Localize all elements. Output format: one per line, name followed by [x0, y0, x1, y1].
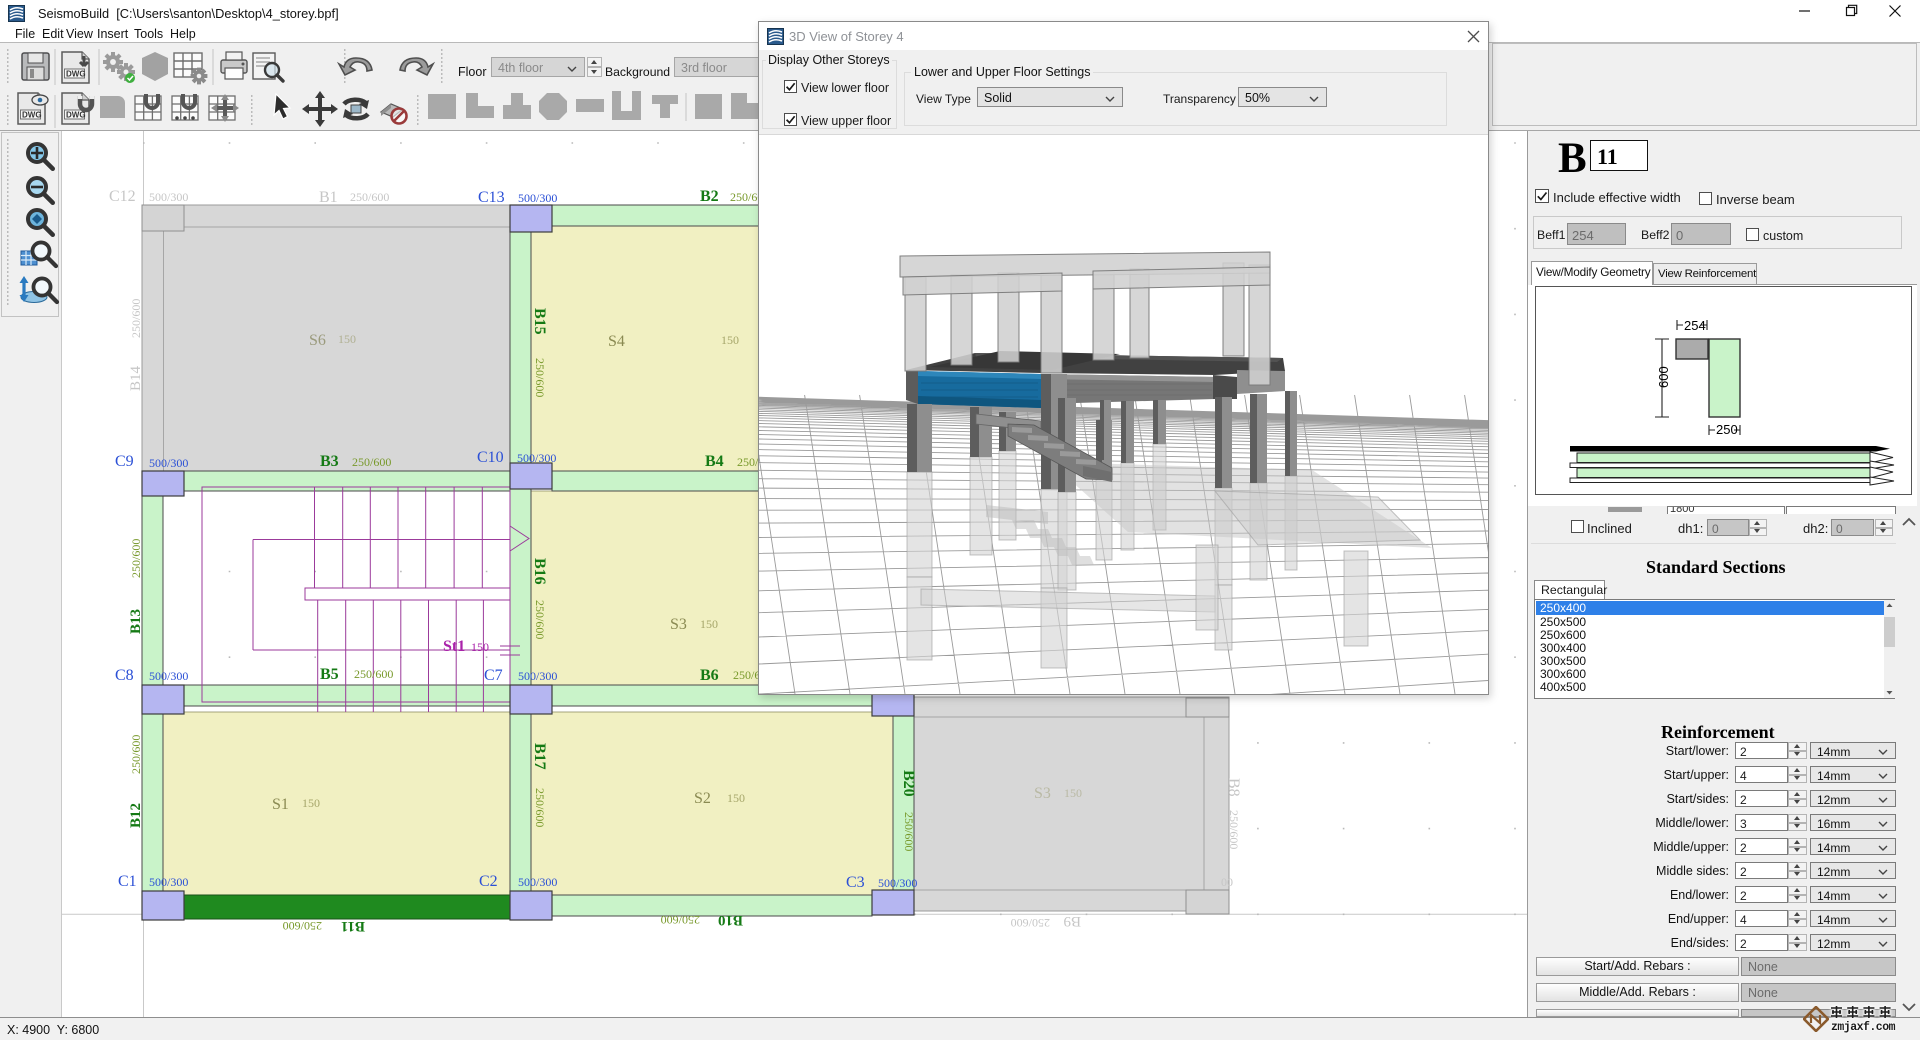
svg-text:500/300: 500/300 [149, 456, 188, 470]
svg-text:B13: B13 [128, 609, 144, 634]
svg-text:150: 150 [1064, 786, 1082, 800]
svg-text:B11: B11 [341, 918, 365, 934]
svg-text:B17: B17 [531, 743, 548, 770]
svg-text:500/300: 500/300 [518, 669, 557, 683]
svg-text:S4: S4 [608, 333, 625, 350]
svg-text:B2: B2 [700, 188, 719, 205]
svg-text:500/300: 500/300 [149, 190, 188, 204]
svg-text:250/600: 250/600 [1227, 810, 1241, 849]
svg-text:B9: B9 [1063, 913, 1081, 929]
svg-text:S3: S3 [670, 616, 687, 633]
svg-text:B8: B8 [1225, 778, 1242, 797]
svg-text:B15: B15 [531, 308, 548, 335]
svg-text:C13: C13 [478, 189, 505, 206]
svg-text:250/600: 250/600 [283, 919, 322, 933]
svg-text:250/600: 250/600 [129, 539, 143, 578]
svg-text:C9: C9 [115, 453, 134, 470]
svg-text:500/300: 500/300 [517, 451, 556, 465]
svg-text:B5: B5 [320, 666, 339, 683]
svg-text:250/600: 250/600 [533, 600, 547, 639]
svg-text:00: 00 [1221, 875, 1233, 889]
svg-text:St1: St1 [443, 638, 465, 655]
svg-text:B3: B3 [320, 453, 339, 470]
svg-text:C8: C8 [115, 667, 134, 684]
svg-text:250/600: 250/600 [129, 299, 143, 338]
svg-text:S2: S2 [694, 790, 711, 807]
svg-text:250/600: 250/600 [533, 358, 547, 397]
svg-text:500/300: 500/300 [518, 875, 557, 889]
svg-text:C7: C7 [484, 667, 503, 684]
svg-text:500/300: 500/300 [149, 875, 188, 889]
svg-text:500/300: 500/300 [878, 876, 917, 890]
svg-text:S6: S6 [309, 332, 326, 349]
svg-text:150: 150 [721, 333, 739, 347]
svg-text:250/600: 250/600 [661, 913, 700, 927]
svg-text:C12: C12 [109, 188, 136, 205]
svg-text:250/600: 250/600 [902, 812, 916, 851]
svg-text:B20: B20 [900, 770, 917, 797]
svg-text:B16: B16 [531, 558, 548, 585]
svg-text:C3: C3 [846, 874, 865, 891]
svg-text:150: 150 [338, 332, 356, 346]
svg-text:250/600: 250/600 [129, 735, 143, 774]
svg-text:B4: B4 [705, 453, 724, 470]
svg-text:250/600: 250/600 [354, 667, 393, 681]
svg-text:150: 150 [727, 791, 745, 805]
svg-text:250/600: 250/600 [533, 788, 547, 827]
svg-text:S3: S3 [1034, 785, 1051, 802]
svg-text:DWG: DWG [66, 70, 86, 79]
svg-text:C10: C10 [477, 449, 504, 466]
svg-text:S1: S1 [272, 796, 289, 813]
svg-text:500/300: 500/300 [518, 191, 557, 205]
svg-text:DWG: DWG [22, 111, 42, 120]
svg-text:500/300: 500/300 [149, 669, 188, 683]
svg-text:150: 150 [700, 617, 718, 631]
svg-text:150: 150 [471, 640, 489, 654]
svg-text:B14: B14 [128, 365, 144, 391]
svg-text:B1: B1 [319, 189, 338, 206]
svg-text:C1: C1 [118, 873, 137, 890]
svg-text:DWG: DWG [66, 111, 86, 120]
svg-text:150: 150 [302, 796, 320, 810]
svg-text:B12: B12 [128, 803, 144, 828]
svg-text:C2: C2 [479, 873, 498, 890]
svg-text:B10: B10 [718, 912, 743, 928]
svg-text:B6: B6 [700, 667, 719, 684]
svg-text:250/600: 250/600 [350, 190, 389, 204]
svg-text:250/600: 250/600 [352, 455, 391, 469]
svg-text:250/600: 250/600 [1011, 916, 1050, 930]
